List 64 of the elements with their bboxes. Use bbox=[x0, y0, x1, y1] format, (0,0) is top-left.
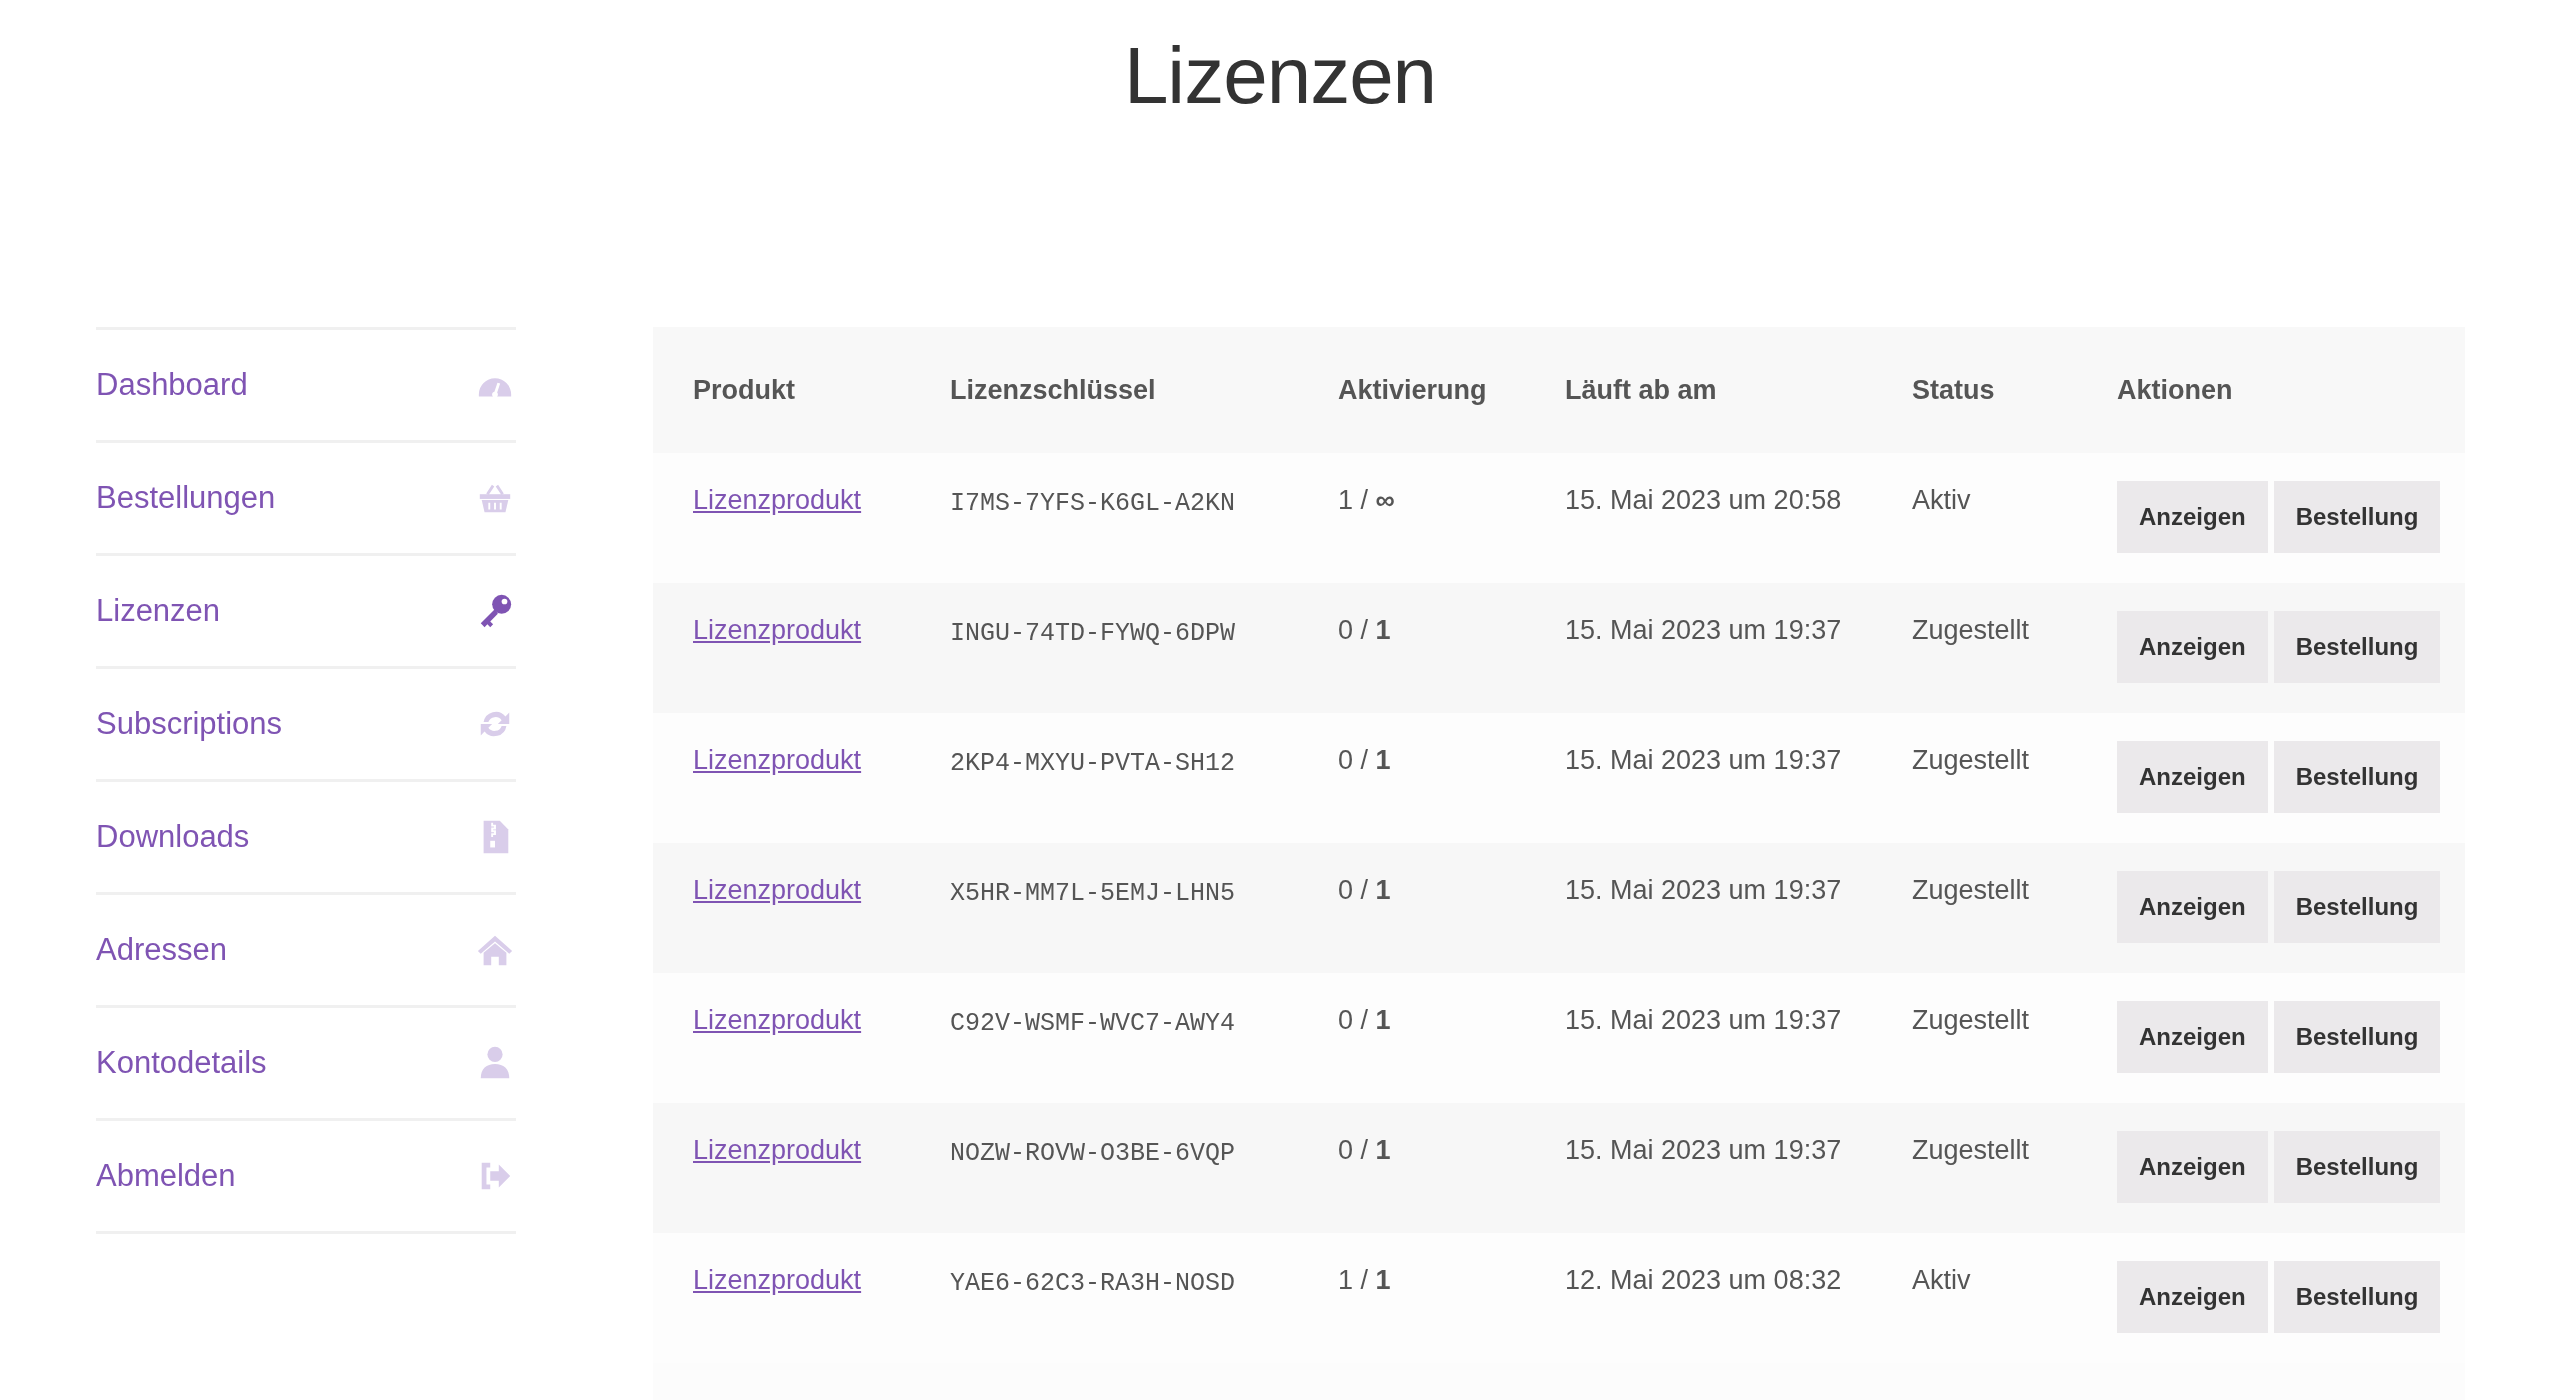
action-button[interactable]: Bestellung bbox=[2273, 1131, 2441, 1203]
expiry-date: 15. Mai 2023 um 19:37 bbox=[1565, 874, 1843, 906]
license-key: YAE6-62C3-RA3H-NOSD bbox=[950, 1233, 1338, 1298]
expiry-date: 15. Mai 2023 um 19:37 bbox=[1565, 744, 1843, 776]
nav-link[interactable]: Bestellungen bbox=[96, 443, 516, 556]
action-button[interactable]: Bestellung bbox=[2273, 481, 2441, 553]
action-button[interactable]: Anzeigen bbox=[2117, 611, 2268, 683]
status-text: Zugestellt bbox=[1912, 874, 2031, 906]
nav-link[interactable]: Adressen bbox=[96, 895, 516, 1008]
license-key: I7MS-7YFS-K6GL-A2KN bbox=[950, 453, 1338, 518]
activation-count: 0 / 1 bbox=[1338, 874, 1392, 906]
activation-count: 0 / 1 bbox=[1338, 1004, 1392, 1036]
action-button[interactable]: Bestellung bbox=[2273, 741, 2441, 813]
column-header: Status bbox=[1912, 374, 1996, 406]
column-header: Aktivierung bbox=[1338, 374, 1488, 406]
activation-count: 0 / 1 bbox=[1338, 614, 1392, 646]
page-title: Lizenzen bbox=[1123, 30, 1437, 122]
column-header: Lizenzschlüssel bbox=[950, 374, 1157, 406]
expiry-date: 15. Mai 2023 um 19:37 bbox=[1565, 614, 1843, 646]
action-button[interactable]: Anzeigen bbox=[2117, 1001, 2268, 1073]
activation-count: 0 / 1 bbox=[1338, 744, 1392, 776]
nav-link[interactable]: Abmelden bbox=[96, 1121, 516, 1234]
nav-link[interactable]: Subscriptions bbox=[96, 669, 516, 782]
expiry-date: 15. Mai 2023 um 20:58 bbox=[1565, 484, 1843, 516]
nav-link[interactable]: Downloads bbox=[96, 782, 516, 895]
action-button[interactable]: Anzeigen bbox=[2117, 1261, 2268, 1333]
product-link[interactable]: Lizenzprodukt bbox=[693, 1135, 862, 1165]
nav-link[interactable]: Lizenzen bbox=[96, 556, 516, 669]
expiry-date: 15. Mai 2023 um 19:37 bbox=[1565, 1134, 1843, 1166]
product-link[interactable]: Lizenzprodukt bbox=[693, 1265, 862, 1295]
nav-link[interactable]: Dashboard bbox=[96, 330, 516, 443]
activation-count: 1 / 1 bbox=[1338, 1264, 1392, 1296]
status-text: Zugestellt bbox=[1912, 744, 2031, 776]
status-text: Aktiv bbox=[1912, 1264, 1972, 1296]
action-button[interactable]: Anzeigen bbox=[2117, 871, 2268, 943]
action-button[interactable]: Anzeigen bbox=[2117, 1131, 2268, 1203]
activation-count: 0 / 1 bbox=[1338, 1134, 1392, 1166]
status-text: Zugestellt bbox=[1912, 1004, 2031, 1036]
status-text: Zugestellt bbox=[1912, 1134, 2031, 1166]
action-button[interactable]: Bestellung bbox=[2273, 1001, 2441, 1073]
nav-link[interactable]: Kontodetails bbox=[96, 1008, 516, 1121]
license-key: INGU-74TD-FYWQ-6DPW bbox=[950, 583, 1338, 648]
action-button[interactable]: Bestellung bbox=[2273, 871, 2441, 943]
license-key: NOZW-ROVW-O3BE-6VQP bbox=[950, 1103, 1338, 1168]
product-link[interactable]: Lizenzprodukt bbox=[693, 875, 862, 905]
action-button[interactable]: Anzeigen bbox=[2117, 741, 2268, 813]
action-button[interactable]: Anzeigen bbox=[2117, 481, 2268, 553]
product-link[interactable]: Lizenzprodukt bbox=[693, 745, 862, 775]
column-header: Aktionen bbox=[2117, 374, 2234, 406]
status-text: Aktiv bbox=[1912, 484, 1972, 516]
action-button[interactable]: Bestellung bbox=[2273, 1261, 2441, 1333]
license-key: 2KP4-MXYU-PVTA-SH12 bbox=[950, 713, 1338, 778]
column-header: Läuft ab am bbox=[1565, 374, 1718, 406]
product-link[interactable]: Lizenzprodukt bbox=[693, 485, 862, 515]
product-link[interactable]: Lizenzprodukt bbox=[693, 1005, 862, 1035]
product-link[interactable]: Lizenzprodukt bbox=[693, 615, 862, 645]
action-button[interactable]: Bestellung bbox=[2273, 611, 2441, 683]
license-key: X5HR-MM7L-5EMJ-LHN5 bbox=[950, 843, 1338, 908]
expiry-date: 15. Mai 2023 um 19:37 bbox=[1565, 1004, 1843, 1036]
status-text: Zugestellt bbox=[1912, 614, 2031, 646]
activation-count: 1 / ∞ bbox=[1338, 484, 1396, 516]
column-header: Produkt bbox=[693, 374, 796, 406]
license-key: C92V-WSMF-WVC7-AWY4 bbox=[950, 973, 1338, 1038]
expiry-date: 12. Mai 2023 um 08:32 bbox=[1565, 1264, 1843, 1296]
